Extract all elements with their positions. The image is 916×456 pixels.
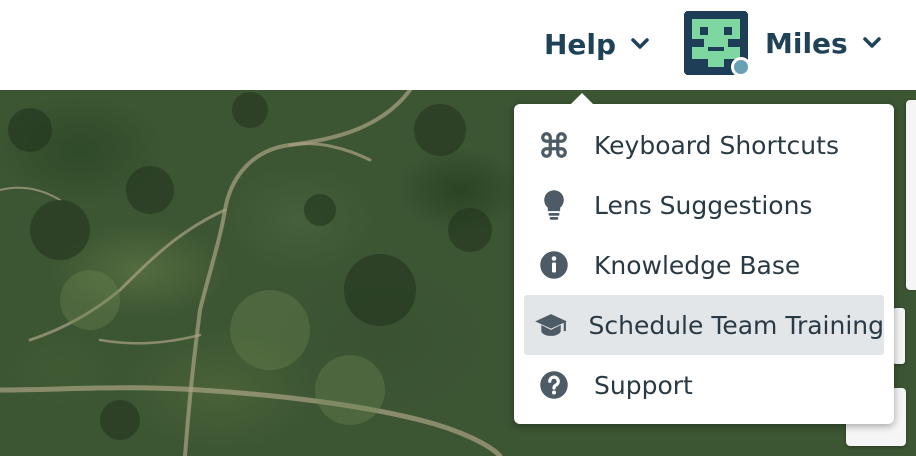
question-circle-icon [534,365,574,405]
menu-item-knowledge-base[interactable]: Knowledge Base [524,235,884,295]
chevron-down-icon [631,38,649,49]
map-side-control[interactable] [893,308,905,364]
menu-item-keyboard-shortcuts[interactable]: Keyboard Shortcuts [524,115,884,175]
avatar [684,11,751,77]
lightbulb-icon [534,185,574,225]
command-icon [534,125,574,165]
status-indicator [731,57,751,77]
user-menu-button[interactable]: Miles [684,10,882,77]
menu-caret [570,93,594,105]
info-circle-icon [534,245,574,285]
menu-item-lens-suggestions[interactable]: Lens Suggestions [524,175,884,235]
menu-item-label: Knowledge Base [594,250,801,280]
user-name: Miles [765,26,848,60]
chevron-down-icon [862,36,882,50]
help-menu-button[interactable]: Help [544,22,650,66]
menu-item-label: Support [594,370,693,400]
menu-item-label: Lens Suggestions [594,190,813,220]
top-bar: Help Miles [0,0,916,90]
map-controls-panel[interactable] [906,100,916,290]
menu-item-label: Schedule Team Training [588,310,885,340]
graduation-cap-icon [534,305,569,345]
help-label: Help [544,27,617,61]
menu-item-label: Keyboard Shortcuts [594,130,839,160]
help-dropdown-menu: Keyboard Shortcuts Lens Suggestions Know… [514,93,894,424]
menu-item-support[interactable]: Support [524,355,884,415]
menu-item-schedule-team-training[interactable]: Schedule Team Training [524,295,884,355]
